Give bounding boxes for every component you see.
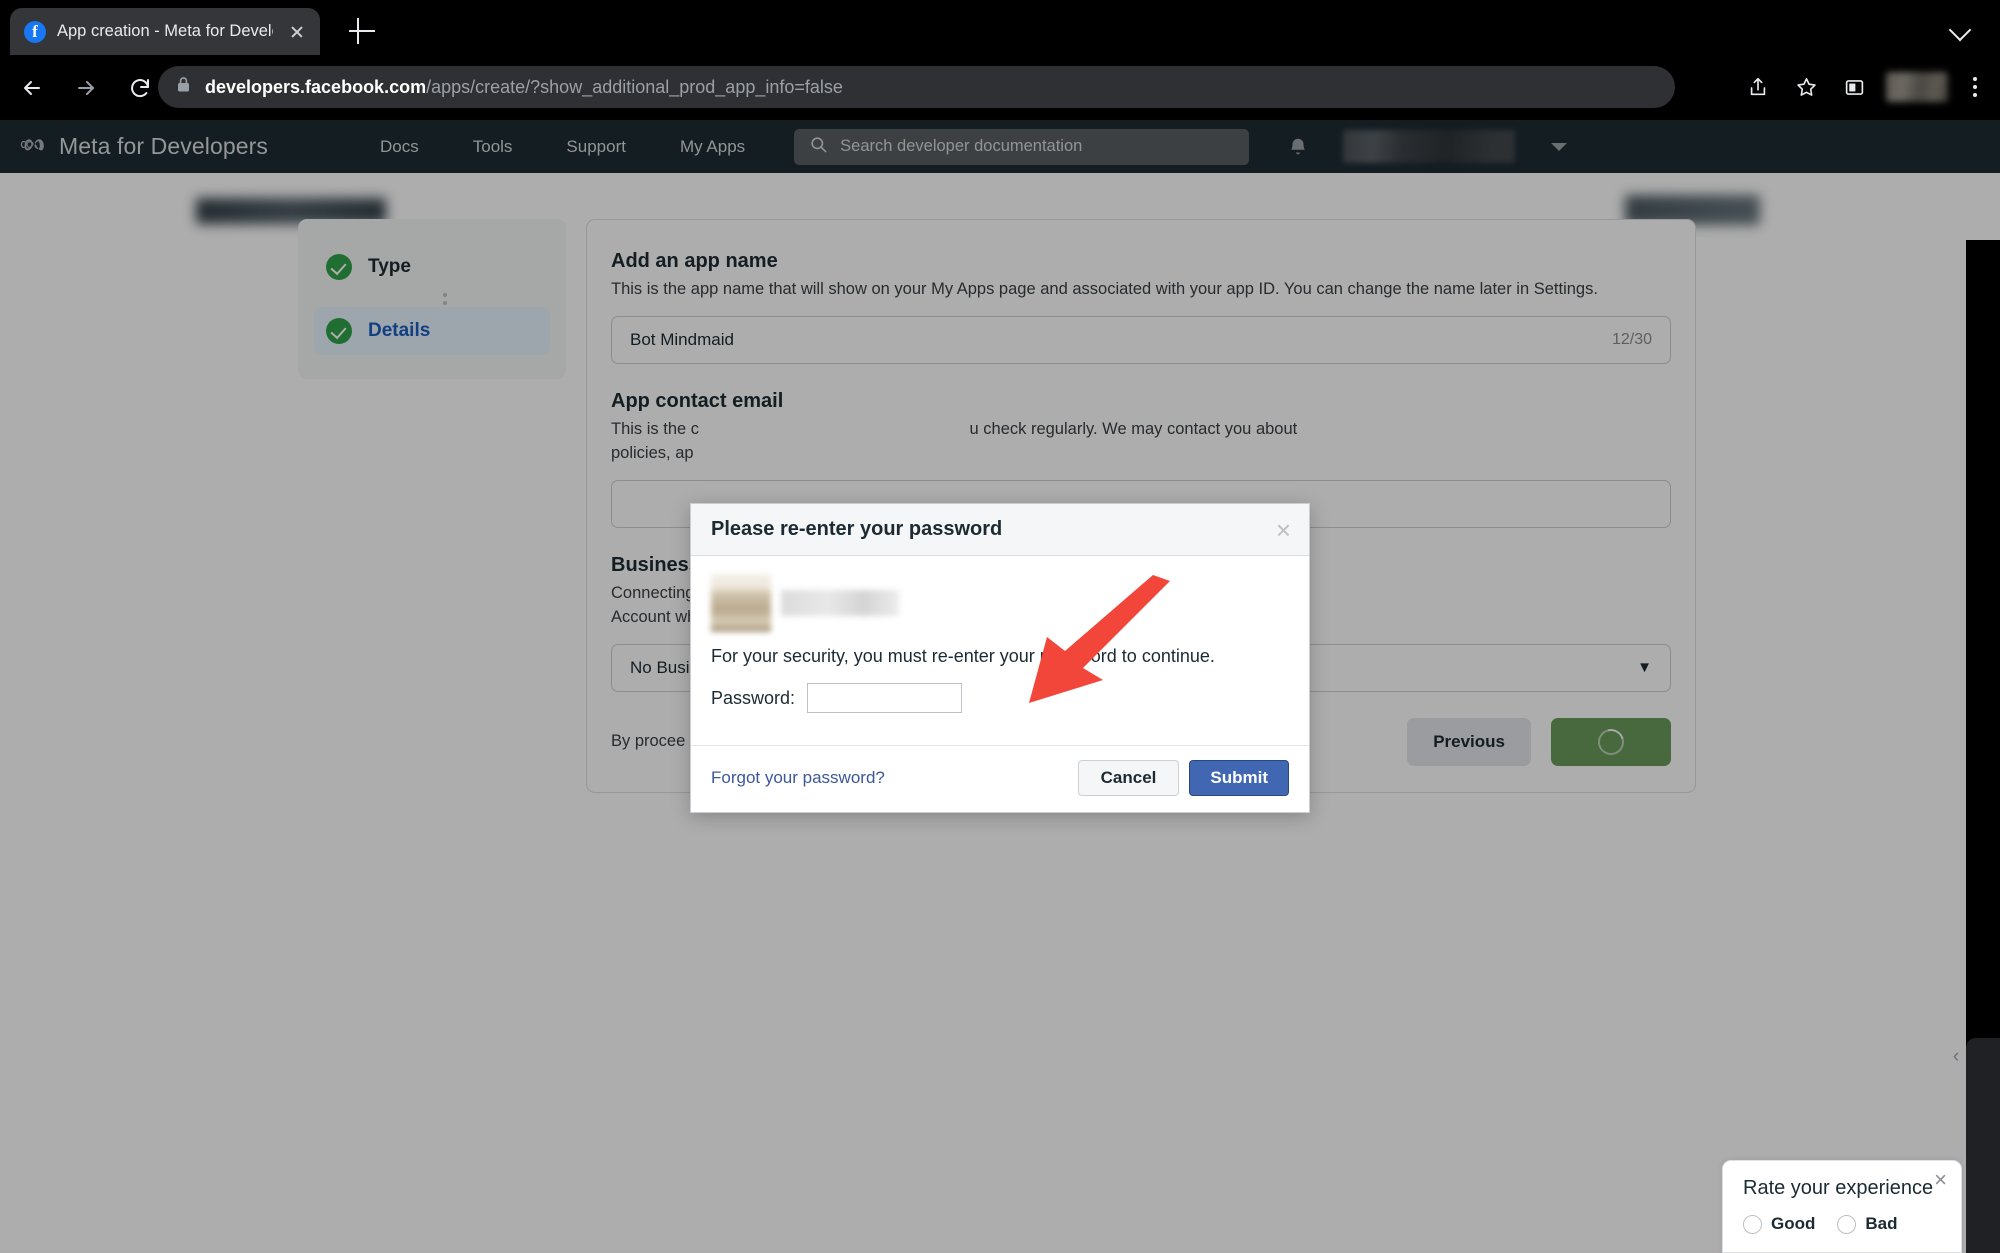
close-icon[interactable]: × [1934,1169,1947,1191]
svg-text:∞: ∞ [20,134,34,154]
dialog-profile-row [711,574,1289,632]
close-icon[interactable] [284,19,310,45]
close-icon[interactable]: × [1276,517,1291,543]
facebook-icon: f [24,20,46,43]
bell-icon[interactable] [1283,135,1313,159]
nav-link-support[interactable]: Support [541,129,651,165]
password-input[interactable] [807,683,963,713]
dialog-header: Please re-enter your password × [691,504,1309,556]
rate-experience-widget: × Rate your experience Good Bad [1722,1160,1962,1253]
chevron-left-icon[interactable]: ‹ [1948,1046,1964,1068]
sidebar-item-details[interactable]: Details [314,307,550,355]
forward-arrow-icon[interactable] [64,66,108,110]
contact-email-desc-line2: policies, ap [611,443,694,462]
contact-email-desc-part1: This is the c [611,419,700,438]
url-domain: developers.facebook.com [205,76,427,97]
check-circle-icon [326,254,352,280]
dialog-buttons: Cancel Submit [1077,760,1289,796]
toolbar-actions [1736,66,1992,108]
forgot-password-link[interactable]: Forgot your password? [711,768,885,788]
tab-title: App creation - Meta for Develo [57,22,273,40]
meta-infinity-logo: ∞ [20,134,50,159]
rate-option-good[interactable]: Good [1743,1214,1815,1234]
user-account-name[interactable] [1343,130,1516,163]
rate-option-bad-label: Bad [1865,1214,1898,1233]
app-name-counter: 12/30 [1611,330,1652,348]
browser-toolbar: developers.facebook.com/apps/create/?sho… [0,55,2000,120]
password-reentry-dialog: Please re-enter your password × For your… [690,503,1310,813]
back-arrow-icon[interactable] [10,66,54,110]
browser-chrome: f App creation - Meta for Develo develop… [0,0,2000,120]
dialog-body: For your security, you must re-enter you… [691,556,1309,745]
nav-link-my-apps[interactable]: My Apps [655,129,770,165]
loading-spinner-icon [1593,723,1629,760]
step-label-type: Type [368,256,411,277]
app-name-field-group: Add an app name This is the app name tha… [611,250,1671,364]
chevron-down-icon[interactable] [1948,16,1974,42]
business-account-value: No Busi [630,657,690,677]
step-label-details: Details [368,320,431,341]
check-circle-icon [326,318,352,344]
right-bottom-panel [1966,1038,2000,1253]
password-label: Password: [711,687,796,708]
contact-email-desc-part2: u check regularly. We may contact you ab… [969,419,1298,438]
site-nav-links: Docs Tools Support My Apps [355,129,770,165]
side-panel-icon[interactable] [1832,66,1876,108]
chevron-down-icon: ▼ [1637,659,1652,677]
step-connector [314,291,550,307]
tab-strip: f App creation - Meta for Develo [0,0,2000,55]
reload-icon[interactable] [118,66,162,110]
url-path: /apps/create/?show_additional_prod_app_i… [426,76,843,97]
rate-experience-title: Rate your experience [1743,1177,1934,1199]
create-app-button[interactable] [1551,717,1671,766]
business-desc-part1: Connecting [611,583,695,602]
app-name-title: Add an app name [611,250,778,272]
dialog-footer: Forgot your password? Cancel Submit [691,745,1309,812]
radio-bad[interactable] [1837,1214,1857,1234]
nav-link-docs[interactable]: Docs [355,129,444,165]
address-bar-url: developers.facebook.com/apps/create/?sho… [205,77,843,98]
cancel-button[interactable]: Cancel [1077,760,1180,796]
sidebar-item-type[interactable]: Type [314,243,550,291]
nav-link-tools[interactable]: Tools [448,129,538,165]
web-page: ∞ Meta for Developers Docs Tools Support… [0,120,2000,1253]
previous-button[interactable]: Previous [1407,717,1531,766]
rate-experience-options: Good Bad [1743,1214,1941,1234]
browser-tab[interactable]: f App creation - Meta for Develo [10,8,320,55]
business-desc-line2: Account wh [611,607,697,626]
user-name-blurred [781,590,899,616]
kebab-menu-icon[interactable] [1958,66,1992,108]
submit-button[interactable]: Submit [1189,760,1289,796]
search-placeholder: Search developer documentation [840,137,1083,155]
brand-logo-link[interactable]: ∞ Meta for Developers [0,133,268,160]
contact-email-title: App contact email [611,389,784,412]
wizard-steps: Type Details [298,219,566,379]
lock-icon [176,76,191,98]
radio-good[interactable] [1743,1214,1762,1234]
app-name-description: This is the app name that will show on y… [611,280,1598,298]
search-input[interactable]: Search developer documentation [794,128,1250,165]
dialog-body-text: For your security, you must re-enter you… [711,646,1215,666]
app-name-value: Bot Mindmaid [630,329,734,349]
profile-avatar[interactable] [1886,72,1948,102]
dialog-title: Please re-enter your password [711,518,1003,540]
address-bar[interactable]: developers.facebook.com/apps/create/?sho… [158,66,1675,108]
share-icon[interactable] [1736,66,1780,108]
brand-title: Meta for Developers [59,133,268,159]
star-icon[interactable] [1784,66,1828,108]
search-icon [809,135,828,159]
avatar [711,574,771,632]
app-name-input[interactable]: Bot Mindmaid 12/30 [611,315,1671,364]
chevron-down-icon[interactable] [1548,141,1570,153]
password-row: Password: [711,683,1289,731]
new-tab-button[interactable] [345,14,379,48]
contact-email-description: This is the c u check regularly. We may … [611,418,1671,466]
rate-option-bad[interactable]: Bad [1837,1214,1898,1234]
site-header: ∞ Meta for Developers Docs Tools Support… [0,120,2000,173]
rate-option-good-label: Good [1771,1214,1816,1233]
